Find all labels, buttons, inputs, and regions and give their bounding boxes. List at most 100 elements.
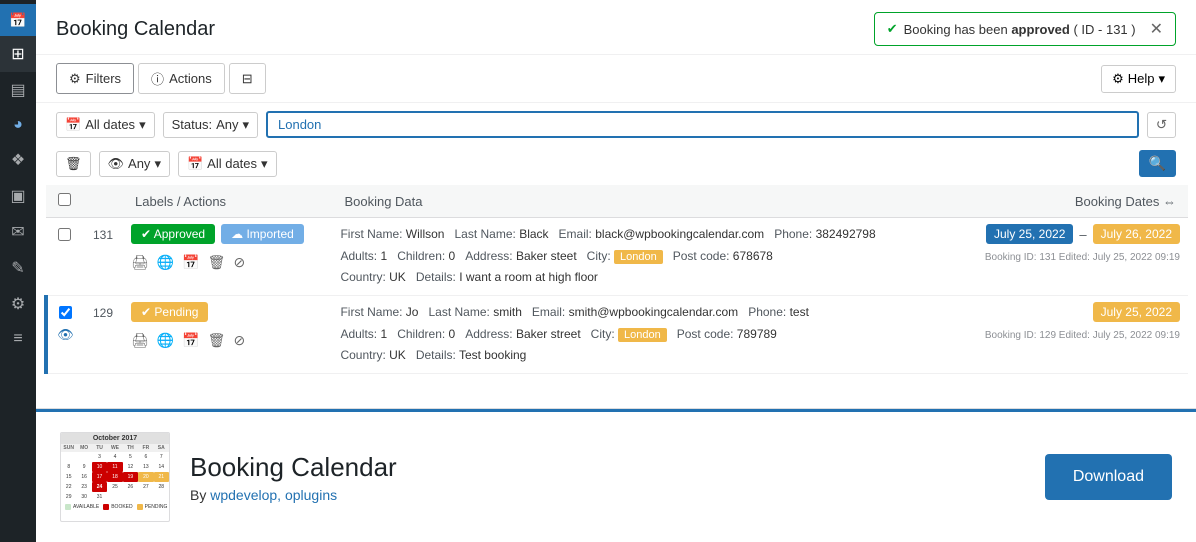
block-icon[interactable]: ⊘	[233, 332, 245, 349]
city-label: City:	[587, 249, 614, 263]
bottom-left: October 2017 SUNMOTU WETHFR SA 3 4567 89…	[60, 432, 397, 522]
delete-icon[interactable]: 🗑	[208, 254, 226, 271]
postcode-label: Post code:	[673, 249, 733, 263]
country-value: UK	[389, 348, 406, 362]
date-end-tag: July 26, 2022	[1093, 224, 1180, 244]
city-value: London	[614, 250, 663, 264]
table-row: 👁 129 ✔ Pending 🖨 🌐 📅 🗑 ⊘ First Name: Jo…	[46, 295, 1188, 373]
main-content: Booking Calendar ✔ Booking has been appr…	[36, 0, 1196, 542]
trash-icon: 🗑	[65, 156, 82, 172]
phone-label: Phone:	[748, 305, 789, 319]
booking-manager: Booking Calendar ✔ Booking has been appr…	[36, 0, 1196, 409]
search-input[interactable]	[266, 111, 1139, 138]
row-checkbox[interactable]	[58, 228, 71, 241]
last-name-value: smith	[493, 305, 522, 319]
print-icon[interactable]: 🖨	[131, 332, 149, 349]
action-icons: 🖨 🌐 📅 🗑 ⊘	[131, 328, 324, 351]
print-icon[interactable]: 🖨	[131, 254, 149, 271]
sidebar-item-forms[interactable]: ▣	[0, 178, 36, 214]
action-icons: 🖨 🌐 📅 🗑 ⊘	[131, 250, 324, 273]
dates2-filter[interactable]: 📅 All dates ▾	[178, 151, 277, 177]
filters-button[interactable]: ⚙ Filters	[56, 63, 134, 94]
booking-data-cell: First Name: Jo Last Name: smith Email: s…	[332, 295, 943, 373]
cal-icon: 📅	[187, 156, 203, 172]
email-label: Email:	[559, 227, 596, 241]
sidebar-item-calendar[interactable]: ◕	[0, 108, 36, 142]
delete-icon[interactable]: 🗑	[208, 332, 226, 349]
city-value: London	[618, 328, 667, 342]
col-booking-data: Booking Data	[332, 185, 943, 218]
children-label: Children:	[397, 327, 448, 341]
booking-meta: Booking ID: 131 Edited: July 25, 2022 09…	[952, 248, 1180, 263]
details-value: I want a room at high floor	[459, 270, 598, 284]
download-button[interactable]: Download	[1045, 454, 1172, 500]
actions-button[interactable]: ⓘ Actions	[138, 63, 225, 94]
children-value: 0	[449, 249, 456, 263]
last-name-label: Last Name:	[454, 227, 519, 241]
chevron-icon: ▾	[154, 156, 161, 172]
phone-value: test	[790, 305, 809, 319]
address-value: Baker steet	[516, 249, 577, 263]
first-name-value: Willson	[406, 227, 445, 241]
calendar-action-icon[interactable]: 📅	[182, 332, 199, 349]
sidebar-item-resources[interactable]: ❖	[0, 142, 36, 178]
address-label: Address:	[465, 327, 516, 341]
sidebar-item-settings[interactable]: ✎	[0, 250, 36, 286]
chevron-icon: ▾	[242, 117, 249, 133]
sidebar-item-tools[interactable]: ⚙	[0, 286, 36, 322]
booking-id: 129	[83, 295, 123, 373]
block-icon[interactable]: ⊘	[233, 254, 245, 271]
first-name-label: First Name:	[340, 305, 405, 319]
columns-button[interactable]: ⊟	[229, 63, 266, 94]
expand-icon[interactable]: ⇔	[1163, 194, 1176, 209]
notification-status: approved	[1011, 22, 1070, 37]
notification-bar: ✔ Booking has been approved ( ID - 131 )…	[874, 12, 1176, 46]
select-all-checkbox[interactable]	[58, 193, 71, 206]
date-filter[interactable]: 📅 All dates ▾	[56, 112, 155, 138]
row-checkbox[interactable]	[59, 306, 72, 319]
email-value: smith@wpbookingcalendar.com	[569, 305, 739, 319]
sidebar-item-dashboard[interactable]: ⊞	[0, 36, 36, 72]
sidebar-item-bookings[interactable]: ▤	[0, 72, 36, 108]
booking-data: First Name: Willson Last Name: Black Ema…	[340, 224, 935, 289]
calendar-action-icon[interactable]: 📅	[182, 254, 199, 271]
trash-filter[interactable]: 🗑	[56, 151, 91, 177]
gear-icon: ⚙	[1112, 71, 1124, 87]
help-button[interactable]: ⚙ Help ▾	[1101, 65, 1176, 93]
postcode-value: 678678	[733, 249, 773, 263]
app-title: Booking Calendar	[190, 452, 397, 483]
adults-value: 1	[380, 249, 387, 263]
globe-icon[interactable]: 🌐	[157, 332, 174, 349]
details-value: Test booking	[459, 348, 526, 362]
adults-value: 1	[380, 327, 387, 341]
app-subtitle: By wpdevelop, oplugins	[190, 487, 397, 503]
city-label: City:	[591, 327, 618, 341]
eye-filter-icon: 👁	[108, 156, 125, 172]
eye-icon[interactable]: 👁	[57, 327, 74, 343]
notification-close-icon[interactable]: ✕	[1150, 19, 1163, 39]
first-name-label: First Name:	[340, 227, 405, 241]
app-info: Booking Calendar By wpdevelop, oplugins	[190, 452, 397, 503]
last-name-value: Black	[519, 227, 548, 241]
apply-search-button[interactable]: 🔍	[1139, 150, 1176, 177]
labels-actions-cell: ✔ Pending 🖨 🌐 📅 🗑 ⊘	[123, 295, 332, 373]
email-label: Email:	[532, 305, 569, 319]
status-filter[interactable]: Status: Any ▾	[163, 112, 258, 138]
date-start-tag: July 25, 2022	[1093, 302, 1180, 322]
sidebar-logo[interactable]: 📅	[0, 4, 36, 36]
sidebar-item-more[interactable]: ≡	[0, 322, 36, 356]
country-label: Country:	[340, 348, 389, 362]
adults-label: Adults:	[340, 249, 380, 263]
circle-icon: ⓘ	[151, 69, 164, 88]
address-label: Address:	[465, 249, 516, 263]
table-row: 131 ✔ Approved ☁ Imported 🖨 🌐 📅 🗑 ⊘ Firs…	[46, 218, 1188, 296]
globe-icon[interactable]: 🌐	[157, 254, 174, 271]
any-filter[interactable]: 👁 Any ▾	[99, 151, 170, 177]
booking-id: 131	[83, 218, 123, 296]
sidebar-item-notifications[interactable]: ✉	[0, 214, 36, 250]
check-icon: ✔	[887, 21, 898, 37]
refresh-button[interactable]: ↺	[1147, 112, 1176, 138]
app-author-link[interactable]: wpdevelop, oplugins	[210, 487, 337, 503]
country-value: UK	[389, 270, 406, 284]
dates-cell: July 25, 2022 Booking ID: 129 Edited: Ju…	[944, 295, 1188, 373]
